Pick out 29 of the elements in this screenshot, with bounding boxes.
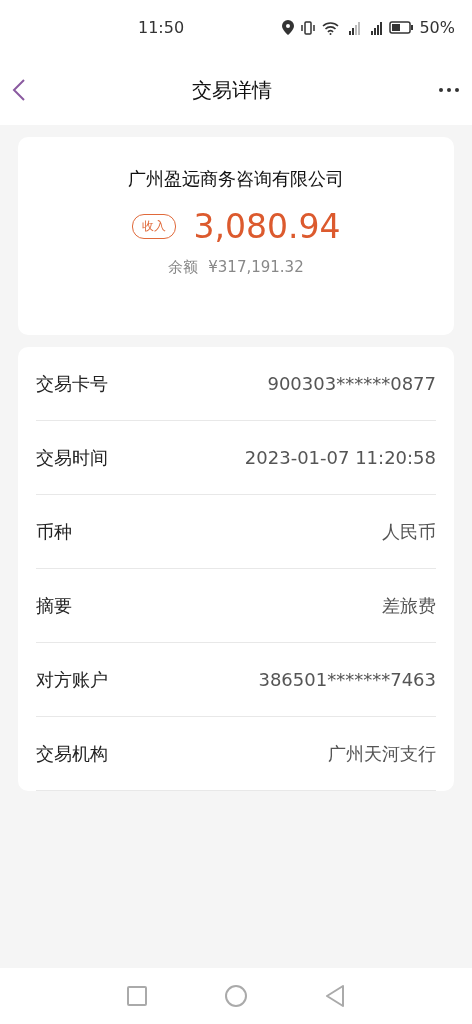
- status-time: 11:50: [138, 18, 186, 37]
- detail-value: 386501*******7463: [258, 669, 436, 690]
- detail-value: 人民币: [382, 519, 436, 544]
- detail-label: 交易卡号: [36, 371, 108, 396]
- page-title: 交易详情: [192, 76, 272, 104]
- detail-label: 对方账户: [36, 667, 108, 692]
- location-icon: [282, 20, 295, 35]
- detail-label: 摘要: [36, 593, 72, 618]
- balance-value: ¥317,191.32: [208, 258, 304, 277]
- income-tag: 收入: [131, 214, 176, 239]
- detail-value: 差旅费: [382, 593, 436, 618]
- detail-label: 交易时间: [36, 445, 108, 470]
- more-icon[interactable]: [438, 87, 460, 93]
- detail-label: 币种: [36, 519, 72, 544]
- battery-percent: 50%: [419, 18, 455, 37]
- counterparty-name: 广州盈远商务咨询有限公司: [128, 167, 344, 191]
- battery-icon: [389, 21, 414, 34]
- detail-label: 交易机构: [36, 741, 108, 766]
- wifi-icon: [322, 20, 340, 35]
- detail-value: 2023-01-07 11:20:58: [244, 447, 436, 468]
- recents-icon[interactable]: [127, 986, 147, 1006]
- detail-value: 广州天河支行: [328, 741, 436, 766]
- amount: 3,080.94: [193, 207, 341, 246]
- home-icon[interactable]: [225, 985, 247, 1007]
- detail-value: 900303******0877: [267, 373, 436, 394]
- back-icon[interactable]: [12, 78, 26, 102]
- back-icon[interactable]: [325, 985, 345, 1007]
- balance-label: 余额: [168, 258, 199, 277]
- vibrate-icon: [300, 20, 317, 35]
